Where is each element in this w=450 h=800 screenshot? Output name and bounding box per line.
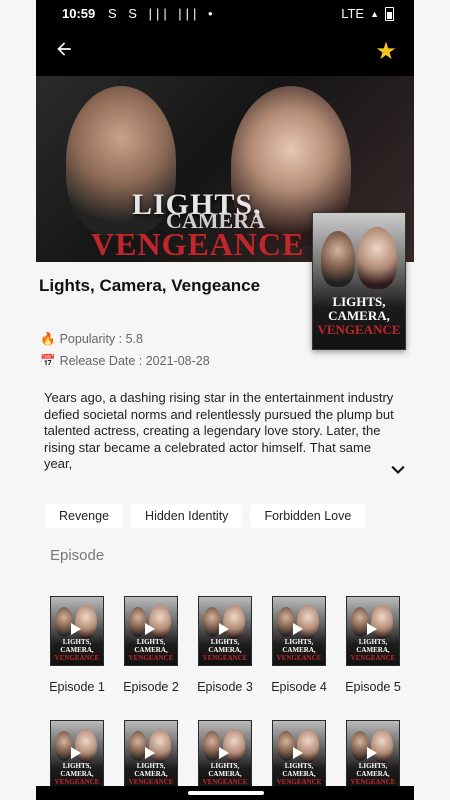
thumb-line1: LIGHTS, [62,762,92,770]
thumb-line2: CAMERA, [282,646,316,654]
thumb-line2: CAMERA, [208,770,242,778]
poster-actress [357,227,397,289]
play-icon [71,747,81,759]
episode-thumbnail: LIGHTS, CAMERA, VENGEANCE [198,720,252,790]
episode-thumbnail: LIGHTS, CAMERA, VENGEANCE [124,720,178,790]
thumb-line1: LIGHTS, [210,638,240,646]
thumb-line1: LIGHTS, [284,762,314,770]
thumb-line2: CAMERA, [134,646,168,654]
tag-hidden-identity[interactable]: Hidden Identity [131,504,243,528]
status-notification-icons: S S ||| ||| • [108,6,217,21]
thumb-line3: VENGEANCE [128,778,174,786]
calendar-icon: 📅 [40,354,56,368]
episode-thumbnail: LIGHTS, CAMERA, VENGEANCE [346,596,400,666]
play-icon [293,747,303,759]
release-row: 📅 Release Date : 2021-08-28 [40,354,210,369]
thumb-line3: VENGEANCE [54,654,100,662]
thumb-line3: VENGEANCE [276,778,322,786]
episode-label: Episode 3 [197,680,253,694]
episode-item-5[interactable]: LIGHTS, CAMERA, VENGEANCE Episode 5 [338,596,408,694]
status-time: 10:59 [62,6,96,21]
play-icon [367,747,377,759]
episode-label: Episode 4 [271,680,327,694]
home-gesture-handle[interactable] [188,791,264,795]
episode-label: Episode 1 [49,680,105,694]
thumb-line1: LIGHTS, [210,762,240,770]
play-icon [293,623,303,635]
play-icon [219,623,229,635]
poster-actor [321,231,355,287]
thumb-line3: VENGEANCE [202,654,248,662]
episode-thumbnail: LIGHTS, CAMERA, VENGEANCE [272,596,326,666]
app-screen: 10:59 S S ||| ||| • LTE ▲ ★ LIGHTS, CAME… [36,0,414,800]
thumb-line1: LIGHTS, [136,762,166,770]
show-description: Years ago, a dashing rising star in the … [44,390,394,471]
tag-forbidden-love[interactable]: Forbidden Love [250,504,366,528]
episode-item-2[interactable]: LIGHTS, CAMERA, VENGEANCE Episode 2 [116,596,186,694]
thumb-line2: CAMERA, [282,770,316,778]
thumb-line2: CAMERA, [134,770,168,778]
thumb-line1: LIGHTS, [358,638,388,646]
episode-item-10[interactable]: LIGHTS, CAMERA, VENGEANCE [338,720,408,790]
episode-section-title: Episode [50,547,105,564]
thumb-line3: VENGEANCE [276,654,322,662]
status-bar: 10:59 S S ||| ||| • LTE ▲ [36,0,414,28]
episode-item-9[interactable]: LIGHTS, CAMERA, VENGEANCE [264,720,334,790]
play-icon [145,623,155,635]
show-title: Lights, Camera, Vengeance [39,276,261,295]
favorite-star-icon[interactable]: ★ [372,38,400,66]
episode-item-6[interactable]: LIGHTS, CAMERA, VENGEANCE [42,720,112,790]
thumb-line3: VENGEANCE [202,778,248,786]
thumb-line1: LIGHTS, [62,638,92,646]
play-icon [367,623,377,635]
play-icon [219,747,229,759]
app-bar: ★ [36,28,414,76]
battery-icon [385,6,394,21]
fire-icon: 🔥 [40,332,56,346]
network-label: LTE [341,6,365,21]
episode-thumbnail: LIGHTS, CAMERA, VENGEANCE [346,720,400,790]
thumb-line3: VENGEANCE [350,778,396,786]
play-icon [71,623,81,635]
poster-title-line1: LIGHTS, [332,294,386,309]
episode-item-7[interactable]: LIGHTS, CAMERA, VENGEANCE [116,720,186,790]
popularity-row: 🔥 Popularity : 5.8 [40,332,143,347]
thumb-line3: VENGEANCE [128,654,174,662]
episode-thumbnail: LIGHTS, CAMERA, VENGEANCE [124,596,178,666]
poster-title-line2: CAMERA, [328,308,390,323]
episode-thumbnail: LIGHTS, CAMERA, VENGEANCE [50,720,104,790]
episode-thumbnail: LIGHTS, CAMERA, VENGEANCE [50,596,104,666]
episode-thumbnail: LIGHTS, CAMERA, VENGEANCE [272,720,326,790]
poster-title-line3: VENGEANCE [317,322,401,337]
hero-title-line3: VENGEANCE [91,226,305,262]
episode-label: Episode 2 [123,680,179,694]
episode-item-4[interactable]: LIGHTS, CAMERA, VENGEANCE Episode 4 [264,596,334,694]
episode-item-8[interactable]: LIGHTS, CAMERA, VENGEANCE [190,720,260,790]
back-arrow-icon[interactable] [50,38,78,66]
thumb-line2: CAMERA, [356,770,390,778]
thumb-line2: CAMERA, [356,646,390,654]
episode-label: Episode 5 [345,680,401,694]
poster-image: LIGHTS, CAMERA, VENGEANCE [312,212,406,350]
chevron-down-icon[interactable] [386,460,410,484]
genre-tags: Revenge Hidden Identity Forbidden Love [45,504,366,528]
thumb-line3: VENGEANCE [54,778,100,786]
thumb-line2: CAMERA, [208,646,242,654]
status-right: LTE ▲ [341,6,394,21]
release-date-text: Release Date : 2021-08-28 [59,354,210,368]
thumb-line3: VENGEANCE [350,654,396,662]
thumb-line1: LIGHTS, [358,762,388,770]
signal-icon: ▲ [370,8,379,19]
episode-item-1[interactable]: LIGHTS, CAMERA, VENGEANCE Episode 1 [42,596,112,694]
episode-thumbnail: LIGHTS, CAMERA, VENGEANCE [198,596,252,666]
thumb-line2: CAMERA, [60,770,94,778]
thumb-line1: LIGHTS, [136,638,166,646]
thumb-line2: CAMERA, [60,646,94,654]
episode-item-3[interactable]: LIGHTS, CAMERA, VENGEANCE Episode 3 [190,596,260,694]
tag-revenge[interactable]: Revenge [45,504,124,528]
play-icon [145,747,155,759]
thumb-line1: LIGHTS, [284,638,314,646]
popularity-text: Popularity : 5.8 [59,332,143,346]
